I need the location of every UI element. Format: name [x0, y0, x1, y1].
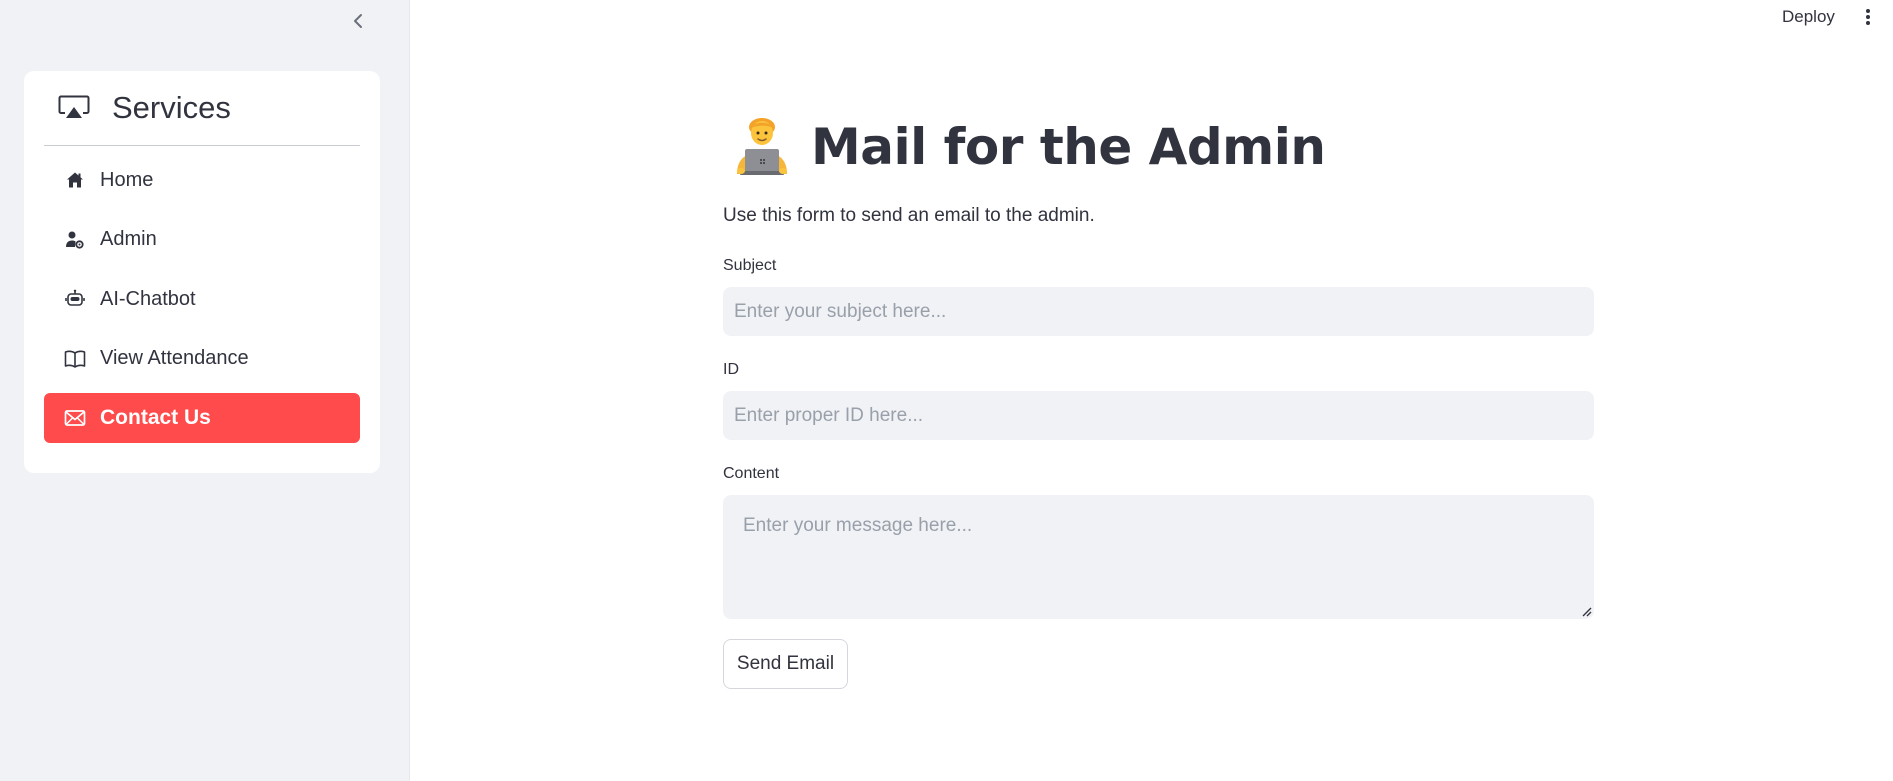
chevron-left-icon: [354, 14, 362, 28]
send-email-button[interactable]: Send Email: [723, 639, 848, 689]
menu-item-label: Home: [100, 168, 154, 191]
sidebar: Services Home Admin AI-Chatbot View Atte…: [0, 0, 410, 781]
resize-grip-icon[interactable]: [1580, 605, 1592, 617]
menu-item-label: Admin: [100, 228, 157, 250]
menu-title: Services: [112, 90, 231, 125]
technologist-emoji: [737, 118, 787, 175]
menu-item-ai-chatbot[interactable]: AI-Chatbot: [44, 274, 360, 324]
collapse-sidebar-button[interactable]: [346, 9, 370, 33]
house-icon: [64, 169, 86, 191]
id-label: ID: [723, 361, 739, 378]
book-icon: [64, 348, 86, 370]
menu-item-label: AI-Chatbot: [100, 287, 196, 310]
page-title: Mail for the Admin: [811, 118, 1326, 176]
content-textarea[interactable]: [723, 495, 1594, 619]
content-label: Content: [723, 465, 780, 482]
title-row: Mail for the Admin: [731, 116, 1326, 178]
menu-header: Services: [44, 71, 360, 146]
services-menu: Services Home Admin AI-Chatbot View Atte…: [24, 71, 380, 473]
kebab-menu-icon: [1866, 9, 1870, 25]
main-menu-button[interactable]: [1858, 6, 1878, 28]
menu-item-admin[interactable]: Admin: [44, 215, 360, 265]
menu-item-home[interactable]: Home: [44, 155, 360, 205]
person-gear-icon: [64, 229, 86, 251]
subject-input[interactable]: [723, 287, 1594, 336]
deploy-button[interactable]: Deploy: [1772, 6, 1845, 28]
menu-item-contact-us[interactable]: Contact Us: [44, 393, 360, 443]
envelope-icon: [64, 407, 86, 429]
page-subtitle: Use this form to send an email to the ad…: [723, 205, 1095, 226]
menu-item-label: View Attendance: [100, 347, 249, 369]
airplay-icon: [58, 95, 90, 118]
id-input[interactable]: [723, 391, 1594, 440]
menu-items: Home Admin AI-Chatbot View Attendance Co…: [44, 146, 360, 443]
menu-item-label: Contact Us: [100, 406, 211, 429]
robot-icon: [64, 288, 86, 310]
subject-label: Subject: [723, 257, 777, 274]
menu-item-view-attendance[interactable]: View Attendance: [44, 334, 360, 384]
